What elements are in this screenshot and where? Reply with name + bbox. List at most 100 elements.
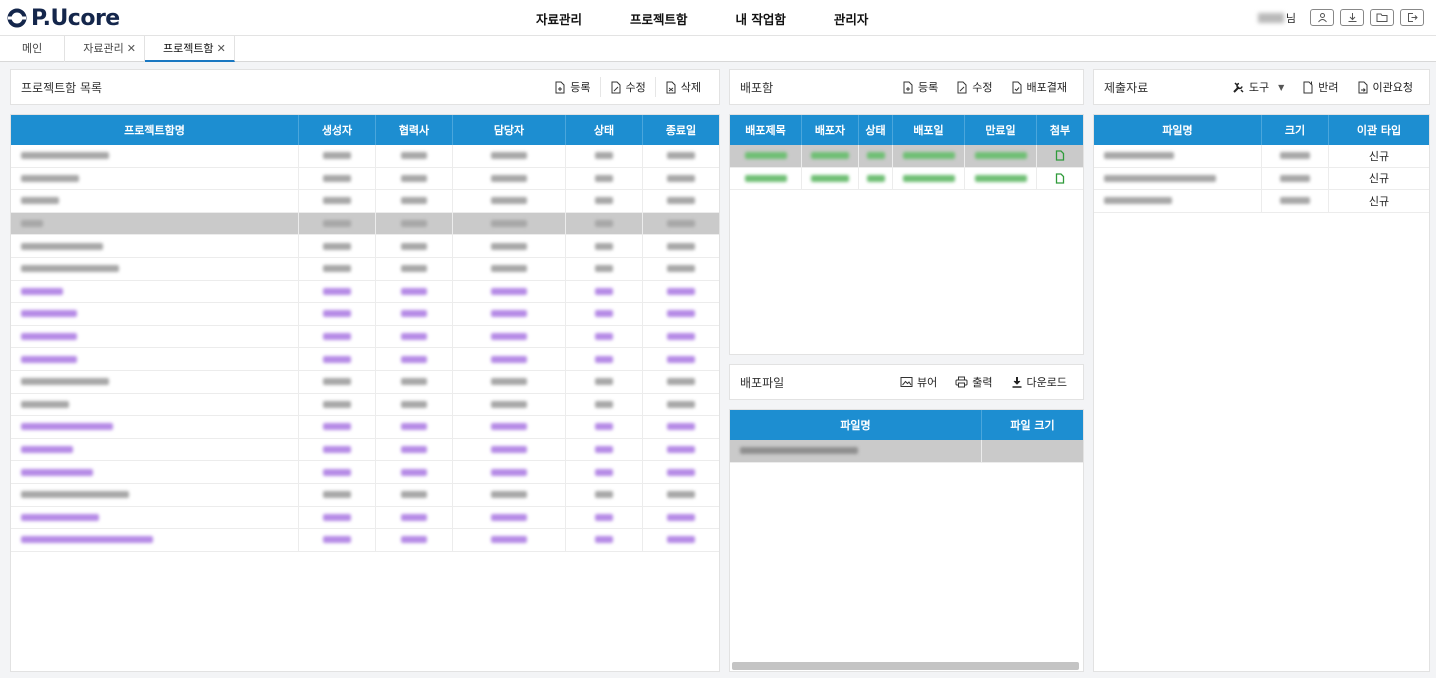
return-button[interactable]: 반려 (1293, 69, 1347, 105)
folder-button[interactable] (1370, 9, 1394, 26)
redacted-text (667, 513, 695, 521)
col-expire-date[interactable]: 만료일 (965, 115, 1037, 145)
project-table-body (11, 145, 719, 552)
redacted-text (667, 400, 695, 408)
nav-my-work[interactable]: 내 작업함 (736, 9, 786, 28)
col-manager[interactable]: 담당자 (453, 115, 566, 145)
table-row[interactable] (11, 303, 719, 326)
tab-data-management[interactable]: 자료관리 ✕ (65, 36, 145, 62)
table-row[interactable]: 신규 (1094, 190, 1429, 213)
col-creator[interactable]: 생성자 (299, 115, 376, 145)
print-button[interactable]: 출력 (946, 364, 1001, 400)
col-submit-size[interactable]: 크기 (1262, 115, 1329, 145)
table-row[interactable] (11, 416, 719, 439)
table-row[interactable] (11, 348, 719, 371)
tab-main[interactable]: 메인 (0, 36, 66, 62)
table-row[interactable] (11, 190, 719, 213)
close-icon[interactable]: ✕ (127, 42, 136, 55)
table-row[interactable]: 신규 (1094, 167, 1429, 191)
redacted-text (491, 446, 527, 454)
deploy-approve-button[interactable]: 배포결재 (1002, 69, 1083, 105)
image-icon (900, 377, 913, 387)
table-row[interactable] (11, 438, 719, 462)
nav-data-management[interactable]: 자료관리 (536, 9, 582, 28)
table-row[interactable] (11, 257, 719, 281)
col-status[interactable]: 상태 (566, 115, 643, 145)
col-attachment[interactable]: 첨부 (1037, 115, 1083, 145)
file-return-icon (1303, 81, 1313, 93)
download-file-button[interactable]: 다운로드 (1002, 364, 1083, 400)
nav-project-box[interactable]: 프로젝트함 (630, 9, 688, 28)
col-project-name[interactable]: 프로젝트함명 (11, 115, 299, 145)
table-row[interactable] (11, 325, 719, 349)
table-row[interactable] (11, 167, 719, 191)
redacted-text (595, 491, 613, 499)
redacted-text (21, 355, 77, 363)
redacted-text (595, 536, 613, 544)
logout-button[interactable] (1400, 9, 1424, 26)
table-row[interactable] (730, 440, 1083, 463)
table-row[interactable] (11, 461, 719, 484)
deploy-register-button[interactable]: 등록 (893, 69, 947, 105)
tools-dropdown[interactable]: 도구 ▼ (1223, 69, 1293, 105)
redacted-text (667, 220, 695, 228)
table-row[interactable] (730, 145, 1083, 168)
table-row[interactable] (11, 483, 719, 507)
col-deploy-date[interactable]: 배포일 (893, 115, 965, 145)
tab-project-box-label: 프로젝트함 (162, 42, 214, 55)
table-row[interactable] (730, 167, 1083, 191)
logo[interactable]: P.Ucore (6, 6, 120, 31)
table-row[interactable] (11, 212, 719, 236)
col-transfer-type[interactable]: 이관 타입 (1329, 115, 1429, 145)
table-row[interactable] (11, 393, 719, 417)
close-icon[interactable]: ✕ (217, 42, 226, 55)
redacted-text (323, 400, 351, 408)
project-register-button[interactable]: 등록 (545, 69, 599, 105)
redacted-text (974, 174, 1027, 182)
col-deployer[interactable]: 배포자 (802, 115, 859, 145)
table-cell[interactable] (1037, 145, 1083, 167)
project-delete-button[interactable]: 삭제 (656, 69, 719, 105)
deploy-edit-button[interactable]: 수정 (947, 69, 1001, 105)
col-deploy-status[interactable]: 상태 (859, 115, 893, 145)
table-row[interactable] (11, 145, 719, 168)
table-row[interactable] (11, 506, 719, 530)
table-cell (453, 393, 566, 416)
table-cell (11, 348, 299, 370)
table-cell (299, 483, 376, 506)
table-row[interactable] (11, 235, 719, 258)
table-cell (643, 303, 719, 325)
redacted-text (21, 310, 77, 318)
viewer-button[interactable]: 뷰어 (891, 364, 946, 400)
col-deploy-title[interactable]: 배포제목 (730, 115, 802, 145)
col-file-size[interactable]: 파일 크기 (982, 410, 1083, 440)
redacted-text (491, 468, 527, 476)
redacted-text (323, 265, 351, 273)
redacted-text (401, 220, 427, 228)
user-profile-button[interactable] (1310, 9, 1334, 26)
redacted-text (401, 423, 427, 431)
table-row[interactable] (11, 529, 719, 552)
col-submit-file-name[interactable]: 파일명 (1094, 115, 1262, 145)
transfer-request-button[interactable]: 이관요청 (1348, 69, 1429, 105)
table-cell[interactable] (1037, 168, 1083, 190)
redacted-text (595, 333, 613, 341)
table-cell (643, 190, 719, 212)
tab-project-box[interactable]: 프로젝트함 ✕ (144, 36, 235, 62)
project-edit-button[interactable]: 수정 (601, 69, 655, 105)
tools-icon (1233, 81, 1244, 93)
horizontal-scrollbar[interactable] (732, 662, 1079, 670)
redacted-text (595, 400, 613, 408)
table-cell (566, 212, 643, 235)
table-row[interactable] (11, 280, 719, 304)
redacted-text (595, 423, 613, 431)
redacted-text (323, 310, 351, 318)
col-file-name[interactable]: 파일명 (730, 410, 982, 440)
download-button[interactable] (1340, 9, 1364, 26)
col-partner[interactable]: 협력사 (376, 115, 453, 145)
table-row[interactable] (11, 370, 719, 394)
nav-admin[interactable]: 관리자 (834, 9, 869, 28)
redacted-text (491, 287, 527, 295)
col-end-date[interactable]: 종료일 (643, 115, 719, 145)
table-row[interactable]: 신규 (1094, 145, 1429, 168)
